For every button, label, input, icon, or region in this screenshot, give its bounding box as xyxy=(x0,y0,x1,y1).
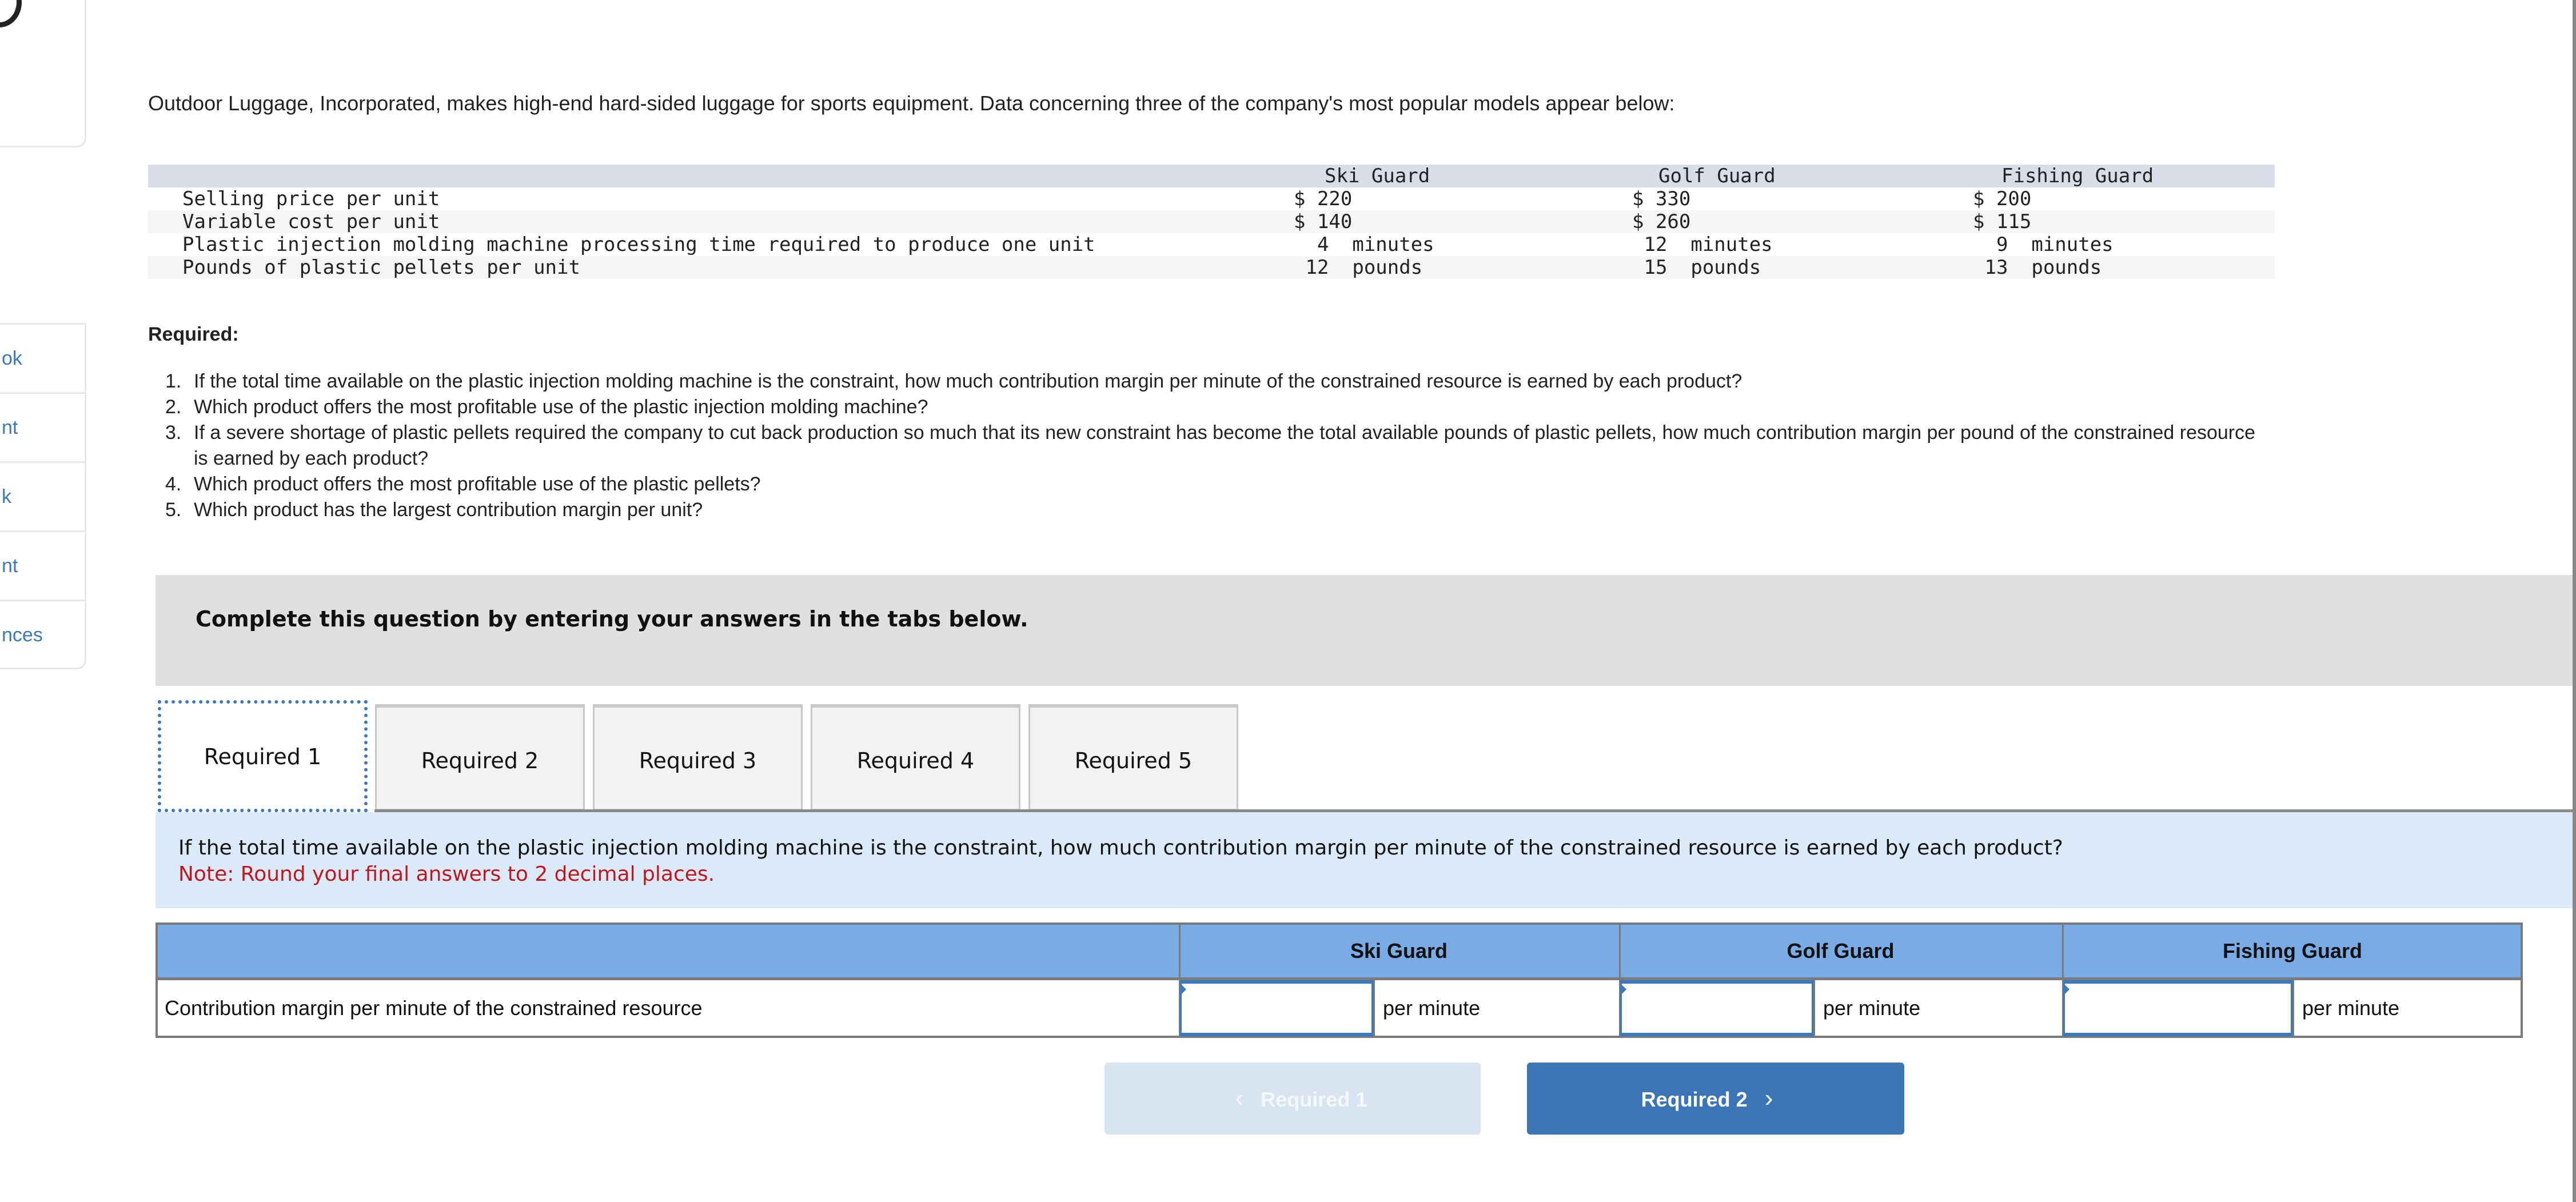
question-text: If the total time available on the plast… xyxy=(178,836,2063,860)
item-text: If a severe shortage of plastic pellets … xyxy=(194,422,2256,469)
item-number: 2. xyxy=(165,396,182,418)
row-label: Plastic injection molding machine proces… xyxy=(182,233,1095,256)
sidebar-item-label: k xyxy=(2,486,11,508)
sidebar-item-hint[interactable]: nt xyxy=(0,532,85,601)
sidebar-item-label: ok xyxy=(2,348,22,369)
sidebar-item-ask[interactable]: k xyxy=(0,463,85,532)
required-list: 1. If the total time available on the pla… xyxy=(148,369,2263,523)
chevron-right-icon: › xyxy=(1764,1084,1773,1112)
row-label: Pounds of plastic pellets per unit xyxy=(182,256,580,279)
item-text: Which product offers the most profitable… xyxy=(194,396,928,418)
cell-value: 4 minutes xyxy=(1294,233,1434,256)
cell-value: 12 minutes xyxy=(1632,233,1773,256)
cell-value: $ 200 xyxy=(1973,187,2032,210)
cell-value: $ 330 xyxy=(1632,187,1691,210)
golf-guard-input[interactable] xyxy=(1620,980,1813,1036)
data-table-header: Ski Guard Golf Guard Fishing Guard xyxy=(148,165,2275,187)
item-number: 1. xyxy=(165,370,182,392)
sidebar-item-label: nces xyxy=(2,624,43,646)
next-required-button[interactable]: Required 2 › xyxy=(1527,1063,1904,1135)
required-item: 2. Which product offers the most profitab… xyxy=(148,394,2263,420)
row-label: Selling price per unit xyxy=(182,187,440,210)
column-header: Fishing Guard xyxy=(2001,165,2154,187)
row-label: Contribution margin per minute of the co… xyxy=(165,996,703,1020)
right-edge-border xyxy=(2573,0,2576,1202)
question-box: If the total time available on the plast… xyxy=(155,812,2576,908)
tab-required-1[interactable]: Required 1 xyxy=(158,700,368,812)
problem-intro: Outdoor Luggage, Incorporated, makes hig… xyxy=(148,91,1675,115)
sidebar-item-ebook[interactable]: ok xyxy=(0,325,85,394)
row-label: Variable cost per unit xyxy=(182,210,440,233)
instructions-text: Complete this question by entering your … xyxy=(196,606,1028,632)
tab-required-2[interactable]: Required 2 xyxy=(375,704,585,810)
required-heading: Required: xyxy=(148,324,239,345)
item-number: 3. xyxy=(165,422,182,444)
column-header: Golf Guard xyxy=(1658,165,1776,187)
column-header: Ski Guard xyxy=(1325,165,1430,187)
table-row: Variable cost per unit $ 140 $ 260 $ 115 xyxy=(148,210,2275,233)
unit-label: per minute xyxy=(1373,980,1620,1037)
data-table: Ski Guard Golf Guard Fishing Guard Selli… xyxy=(148,165,2275,279)
item-text: If the total time available on the plast… xyxy=(194,370,1742,392)
instructions-banner: Complete this question by entering your … xyxy=(155,575,2576,686)
cell-value: $ 220 xyxy=(1294,187,1353,210)
ski-guard-input[interactable] xyxy=(1180,980,1373,1036)
sidebar-item-label: nt xyxy=(2,417,18,438)
answer-table: Ski Guard Golf Guard Fishing Guard Contr… xyxy=(155,923,2523,1038)
sidebar-item-label: nt xyxy=(2,555,18,577)
rounding-note: Note: Round your final answers to 2 deci… xyxy=(178,862,715,886)
table-row: Pounds of plastic pellets per unit 12 po… xyxy=(148,256,2275,279)
required-item: 1. If the total time available on the pla… xyxy=(148,369,2263,394)
cell-value: $ 260 xyxy=(1632,210,1691,233)
sidebar-item-print[interactable]: nt xyxy=(0,394,85,463)
cell-value: 12 pounds xyxy=(1294,256,1423,279)
table-row: Plastic injection molding machine proces… xyxy=(148,233,2275,256)
chevron-left-icon: ‹ xyxy=(1235,1084,1244,1112)
item-number: 4. xyxy=(165,473,182,495)
column-header-golf-guard: Golf Guard xyxy=(1787,939,1895,963)
sidebar-nav: ok nt k nt nces xyxy=(0,323,86,669)
tab-required-5[interactable]: Required 5 xyxy=(1028,704,1238,810)
previous-required-button[interactable]: ‹ Required 1 xyxy=(1104,1063,1481,1135)
previous-button-label: Required 1 xyxy=(1261,1088,1367,1111)
table-row: Selling price per unit $ 220 $ 330 $ 200 xyxy=(148,187,2275,210)
required-item: 3. If a severe shortage of plastic pellet… xyxy=(148,420,2263,472)
cell-value: $ 140 xyxy=(1294,210,1353,233)
column-header-ski-guard: Ski Guard xyxy=(1350,939,1448,963)
fishing-guard-input[interactable] xyxy=(2063,980,2292,1036)
required-item: 5. Which product has the largest contribu… xyxy=(148,497,2263,523)
sidebar-item-references[interactable]: nces xyxy=(0,601,85,669)
cell-value: 13 pounds xyxy=(1973,256,2102,279)
item-number: 5. xyxy=(165,499,182,521)
item-text: Which product has the largest contributi… xyxy=(194,499,703,521)
unit-label: per minute xyxy=(1813,980,2063,1037)
required-item: 4. Which product offers the most profitab… xyxy=(148,472,2263,497)
item-text: Which product offers the most profitable… xyxy=(194,473,761,495)
tab-required-4[interactable]: Required 4 xyxy=(811,704,1020,810)
unit-label: per minute xyxy=(2292,980,2525,1037)
tab-required-3[interactable]: Required 3 xyxy=(593,704,803,810)
next-button-label: Required 2 xyxy=(1641,1088,1748,1111)
cell-value: 9 minutes xyxy=(1973,233,2114,256)
column-header-fishing-guard: Fishing Guard xyxy=(2222,939,2362,963)
cell-value: $ 115 xyxy=(1973,210,2032,233)
cell-value: 15 pounds xyxy=(1632,256,1761,279)
